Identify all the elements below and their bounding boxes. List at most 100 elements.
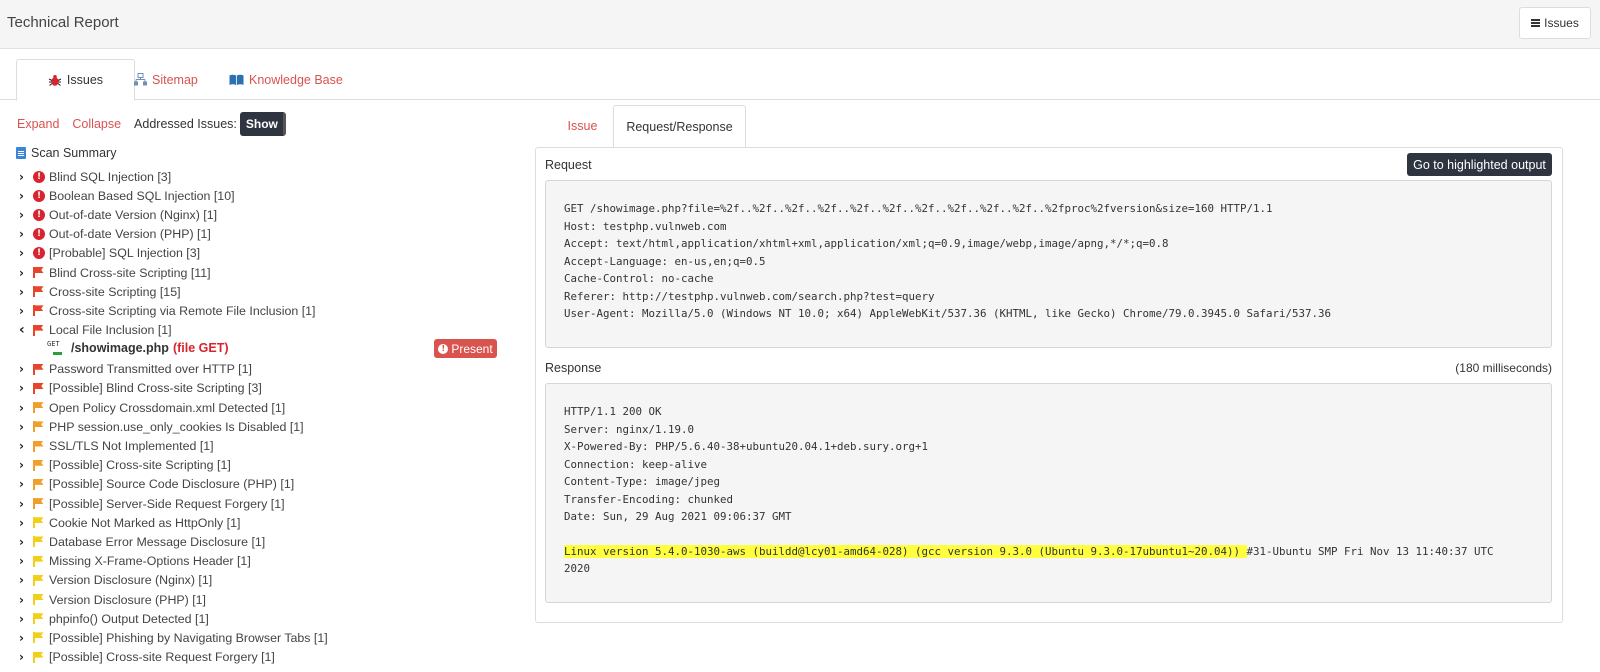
tree-item[interactable]: ›! [Probable] SQL Injection [3]: [19, 244, 519, 263]
bug-icon: [48, 74, 62, 86]
chevron-down-icon[interactable]: ‹: [19, 322, 33, 338]
request-line: Accept: text/html,application/xhtml+xml,…: [564, 237, 1169, 250]
tab-knowledge-base[interactable]: Knowledge Base: [229, 59, 343, 100]
expand-link[interactable]: Expand: [17, 117, 59, 131]
tree-item-label: [Possible] Source Code Disclosure (PHP) …: [49, 477, 295, 492]
tree-item[interactable]: › Cookie Not Marked as HttpOnly [1]: [19, 513, 519, 532]
tree-item[interactable]: › Cross-site Scripting [15]: [19, 282, 519, 301]
response-line: Date: Sun, 29 Aug 2021 09:06:37 GMT: [564, 510, 792, 523]
chevron-right-icon[interactable]: ›: [19, 246, 33, 260]
tree-item[interactable]: ›! Out-of-date Version (Nginx) [1]: [19, 205, 519, 224]
addressed-issues-label: Addressed Issues:: [134, 117, 237, 131]
scan-summary-label: Scan Summary: [31, 146, 117, 160]
chevron-right-icon[interactable]: ›: [19, 266, 33, 280]
document-icon: [16, 147, 26, 159]
response-code: HTTP/1.1 200 OK Server: nginx/1.19.0 X-Pow…: [545, 383, 1552, 603]
medium-flag-icon: [33, 498, 49, 510]
chevron-right-icon[interactable]: ›: [19, 439, 33, 453]
tree-item[interactable]: ›! Out-of-date Version (PHP) [1]: [19, 225, 519, 244]
chevron-right-icon[interactable]: ›: [19, 362, 33, 376]
status-badge-label: Present: [451, 341, 493, 356]
highlighted-output-wrap: 2020: [564, 562, 591, 575]
chevron-right-icon[interactable]: ›: [19, 170, 33, 184]
chevron-right-icon[interactable]: ›: [19, 381, 33, 395]
chevron-right-icon[interactable]: ›: [19, 554, 33, 568]
tree-item[interactable]: › Blind Cross-site Scripting [11]: [19, 263, 519, 282]
tab-issues-label: Issues: [66, 73, 104, 87]
low-flag-icon: [33, 651, 49, 663]
tree-item[interactable]: › [Possible] Cross-site Request Forgery […: [19, 648, 519, 667]
exclamation-icon: !: [438, 343, 449, 354]
tree-item[interactable]: › [Possible] Phishing by Navigating Brows…: [19, 628, 519, 647]
tree-item[interactable]: › SSL/TLS Not Implemented [1]: [19, 436, 519, 455]
tree-item[interactable]: › Database Error Message Disclosure [1]: [19, 532, 519, 551]
tree-item[interactable]: › [Possible] Server-Side Request Forgery …: [19, 494, 519, 513]
tree-item[interactable]: › [Possible] Cross-site Scripting [1]: [19, 456, 519, 475]
chevron-right-icon[interactable]: ›: [19, 420, 33, 434]
issues-button[interactable]: Issues: [1519, 7, 1591, 39]
tree-item-label: Password Transmitted over HTTP [1]: [49, 362, 252, 377]
child-param: (file GET): [172, 341, 229, 355]
chevron-right-icon[interactable]: ›: [19, 285, 33, 299]
tree-item[interactable]: › PHP session.use_only_cookies Is Disable…: [19, 417, 519, 436]
tree-item[interactable]: › [Possible] Source Code Disclosure (PHP)…: [19, 475, 519, 494]
chevron-right-icon[interactable]: ›: [19, 401, 33, 415]
critical-severity-icon: !: [33, 170, 49, 183]
chevron-right-icon[interactable]: ›: [19, 593, 33, 607]
chevron-right-icon[interactable]: ›: [19, 573, 33, 587]
chevron-right-icon[interactable]: ›: [19, 304, 33, 318]
response-line: Content-Type: image/jpeg: [564, 475, 721, 488]
tree-item[interactable]: › Missing X-Frame-Options Header [1]: [19, 552, 519, 571]
chevron-right-icon[interactable]: ›: [19, 535, 33, 549]
low-flag-icon: [33, 517, 49, 529]
issue-tree: ›! Blind SQL Injection [3] ›! Boolean Based…: [19, 167, 519, 667]
detail-tabs: Issue Request/Response: [535, 105, 1565, 147]
chevron-right-icon[interactable]: ›: [19, 477, 33, 491]
tree-item[interactable]: › Cross-site Scripting via Remote File In…: [19, 301, 519, 320]
chevron-right-icon[interactable]: ›: [19, 458, 33, 472]
tree-item[interactable]: › Open Policy Crossdomain.xml Detected [1…: [19, 398, 519, 417]
tree-item-label: Cookie Not Marked as HttpOnly [1]: [49, 515, 241, 530]
tree-item[interactable]: ›! Boolean Based SQL Injection [10]: [19, 186, 519, 205]
response-timing: (180 milliseconds): [1455, 361, 1552, 375]
chevron-right-icon[interactable]: ›: [19, 189, 33, 203]
tree-item-label: Boolean Based SQL Injection [10]: [49, 188, 235, 203]
tab-issue[interactable]: Issue: [560, 105, 605, 147]
tab-sitemap[interactable]: Sitemap: [134, 59, 198, 100]
get-request-icon: GET: [47, 340, 65, 356]
tree-child-item[interactable]: GET /showimage.php (file GET): [47, 339, 229, 357]
sitemap-icon: [134, 73, 147, 86]
chevron-right-icon[interactable]: ›: [19, 227, 33, 241]
tree-item[interactable]: › Version Disclosure (Nginx) [1]: [19, 571, 519, 590]
medium-flag-icon: [33, 459, 49, 471]
chevron-right-icon[interactable]: ›: [19, 208, 33, 222]
tree-item[interactable]: › [Possible] Blind Cross-site Scripting […: [19, 379, 519, 398]
scan-summary-link[interactable]: Scan Summary: [16, 146, 116, 160]
tree-item[interactable]: › phpinfo() Output Detected [1]: [19, 609, 519, 628]
tab-request-response[interactable]: Request/Response: [613, 105, 746, 147]
goto-highlight-button[interactable]: Go to highlighted output: [1407, 153, 1552, 176]
chevron-right-icon[interactable]: ›: [19, 612, 33, 626]
tab-issues[interactable]: Issues: [16, 59, 135, 101]
high-flag-icon: [33, 305, 49, 317]
tree-item[interactable]: ›! Blind SQL Injection [3]: [19, 167, 519, 186]
request-line: User-Agent: Mozilla/5.0 (Windows NT 10.0…: [564, 307, 1332, 320]
request-label: Request: [545, 158, 592, 172]
low-flag-icon: [33, 594, 49, 606]
response-line: Server: nginx/1.19.0: [564, 422, 695, 436]
chevron-right-icon[interactable]: ›: [19, 497, 33, 511]
show-addressed-toggle[interactable]: Show: [239, 112, 286, 136]
tree-item[interactable]: › Password Transmitted over HTTP [1]: [19, 360, 519, 379]
chevron-right-icon[interactable]: ›: [19, 650, 33, 664]
collapse-link[interactable]: Collapse: [72, 117, 121, 131]
request-line: Host: testphp.vulnweb.com: [564, 219, 727, 233]
tree-item[interactable]: ‹ Local File Inclusion [1]: [19, 321, 519, 340]
chevron-right-icon[interactable]: ›: [19, 516, 33, 530]
response-label: Response: [545, 361, 602, 375]
tree-item[interactable]: › Version Disclosure (PHP) [1]: [19, 590, 519, 609]
tree-item-label: PHP session.use_only_cookies Is Disabled…: [49, 419, 304, 434]
chevron-right-icon[interactable]: ›: [19, 631, 33, 645]
tree-item-label: Out-of-date Version (Nginx) [1]: [49, 207, 218, 222]
tree-item-label: Local File Inclusion [1]: [49, 323, 172, 338]
tree-item-label: [Possible] Server-Side Request Forgery […: [49, 496, 285, 511]
